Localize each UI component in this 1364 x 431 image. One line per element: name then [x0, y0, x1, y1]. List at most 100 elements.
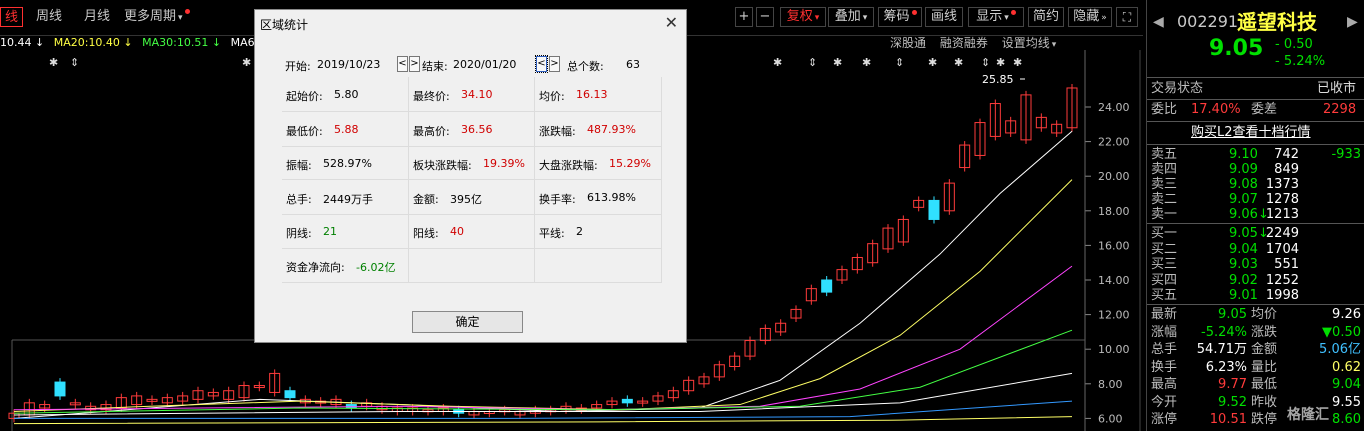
empty-cell — [409, 249, 535, 283]
stat-value: 8.60 — [1332, 412, 1361, 427]
stat-value: 21 — [323, 225, 337, 238]
stat-row: 涨停 10.51 跌停 8.60 — [1147, 411, 1364, 429]
weibi-label: 委比 — [1151, 102, 1178, 117]
stat-label: 总手: — [286, 192, 312, 206]
ok-button[interactable]: 确定 — [412, 311, 523, 333]
stat-label: 今开 — [1151, 394, 1178, 410]
event-marker: ⇕ — [808, 56, 817, 69]
stat-label: 换手 — [1151, 359, 1178, 375]
dialog-body: 开始: 2019/10/23 < > 结束: 2020/01/20 < > 总个… — [255, 44, 686, 340]
ma-30: MA30:10.51 ↓ — [142, 36, 222, 49]
dot-icon — [1010, 10, 1016, 15]
hide-button[interactable]: 隐藏» — [1068, 7, 1112, 27]
bid-label: 买五 — [1151, 288, 1178, 303]
stat-label: 涨跌 — [1251, 324, 1278, 340]
stat-label: 涨停 — [1151, 412, 1178, 427]
plus-label: + — [738, 9, 750, 24]
tab-weekly[interactable]: 周线 — [32, 7, 66, 27]
caret-down-icon: ▾ — [1051, 40, 1057, 50]
simple-button[interactable]: 简约 — [1028, 7, 1064, 27]
event-marker: ⇕ — [895, 56, 904, 69]
stat-row: 今开 9.52 昨收 9.55 — [1147, 394, 1364, 412]
close-icon[interactable]: ✕ — [665, 13, 678, 32]
start-next-button[interactable]: > — [409, 56, 420, 72]
stat-label: 振幅: — [286, 158, 312, 172]
overlay-button[interactable]: 叠加 ▾ — [828, 7, 874, 27]
candle — [284, 390, 296, 399]
stock-code: 002291 — [1177, 12, 1239, 31]
stat-label: 昨收 — [1251, 394, 1278, 410]
start-prev-button[interactable]: < — [397, 56, 408, 72]
ask-row: 卖一 9.06↓ 1213 — [1147, 206, 1364, 224]
dot-icon — [184, 9, 190, 14]
stat-value: 34.10 — [461, 87, 493, 101]
tab-label: 月线 — [84, 9, 111, 24]
end-next-button[interactable]: > — [549, 56, 560, 72]
stock-name: 遥望科技 — [1237, 10, 1317, 34]
display-button[interactable]: 显示 ▾ — [968, 7, 1024, 27]
stat-value: 6.23% — [1205, 359, 1247, 375]
ma-10: 10.44 ↓ — [0, 36, 45, 49]
end-prev-button[interactable]: < — [535, 55, 548, 73]
zoom-out-button[interactable]: − — [756, 7, 774, 27]
stat-label: 最高 — [1151, 377, 1178, 392]
stat-value: 0.62 — [1332, 359, 1361, 375]
next-stock-icon[interactable]: ▶ — [1347, 10, 1358, 34]
stat-value: 395亿 — [450, 192, 482, 206]
prev-stock-icon[interactable]: ◀ — [1153, 10, 1164, 34]
stat-value: 16.13 — [576, 87, 608, 101]
double-arrow-icon: » — [1101, 13, 1107, 23]
event-marker: ✱ — [1013, 56, 1022, 69]
stat-label: 最低价: — [286, 124, 323, 138]
stat-value: 36.56 — [461, 122, 493, 136]
margin-link[interactable]: 融资融券 — [940, 36, 988, 50]
stat-value: 10.51 — [1209, 412, 1247, 427]
chips-button[interactable]: 筹码 — [878, 7, 922, 27]
trade-status: 已收市 — [1317, 81, 1357, 96]
count-value: 63 — [626, 58, 640, 71]
y-tick-label: 10.00 — [1098, 343, 1130, 356]
tab-label: 周线 — [36, 9, 63, 24]
event-marker: ✱ — [833, 56, 842, 69]
stat-label: 最新 — [1151, 307, 1178, 322]
tab-monthly[interactable]: 月线 — [80, 7, 114, 27]
empty-cell — [535, 249, 662, 283]
stat-value: 40 — [450, 225, 464, 238]
tab-more-periods[interactable]: 更多周期 ▾ — [120, 7, 194, 27]
event-marker: ✱ — [862, 56, 871, 69]
tab-label: 线 — [5, 10, 19, 25]
draw-line-button[interactable]: 画线 — [925, 7, 963, 27]
bid-row: 买五 9.01 1998 — [1147, 287, 1364, 305]
stat-value: 19.39% — [483, 156, 525, 170]
dialog-title: 区域统计 — [260, 18, 309, 32]
stat-label: 板块涨跌幅: — [413, 158, 472, 172]
stat-row: 总手 54.71万 金额 5.06亿 — [1147, 341, 1364, 359]
hk-connect-link[interactable]: 深股通 — [890, 36, 926, 50]
zoom-in-button[interactable]: + — [735, 7, 753, 27]
fuquan-button[interactable]: 复权 ▾ — [780, 7, 826, 27]
stat-label: 阳线: — [413, 227, 439, 240]
weicha-value: 2298 — [1323, 102, 1357, 117]
y-tick-label: 8.00 — [1098, 378, 1123, 391]
tab-period-0[interactable]: 线 — [0, 7, 24, 27]
stat-label: 最低 — [1251, 377, 1278, 392]
start-label: 开始: — [285, 60, 311, 73]
stat-cell: 阳线: 40 — [409, 215, 535, 249]
stat-value: -6.02亿 — [356, 261, 396, 274]
candle — [621, 398, 633, 404]
chips-label: 筹码 — [883, 9, 910, 24]
candle — [928, 199, 940, 220]
ma-20: MA20:10.40 ↓ — [53, 36, 133, 49]
y-tick-label: 12.00 — [1098, 309, 1130, 322]
stat-value: ▼0.50 — [1322, 324, 1361, 340]
event-marker: ✱ — [928, 56, 937, 69]
l2-link[interactable]: 购买L2查看十档行情 — [1191, 124, 1311, 142]
ma-legend: 10.44 ↓ MA20:10.40 ↓ MA30:10.51 ↓ MA60:9… — [0, 36, 276, 50]
price-change-pct: - 5.24% — [1275, 54, 1326, 69]
ma-settings-link[interactable]: 设置均线 — [1002, 36, 1050, 50]
event-marker: ⇕ — [981, 56, 990, 69]
stat-value: 54.71万 — [1196, 342, 1247, 357]
stat-cell: 最终价: 34.10 — [409, 77, 535, 112]
stat-label: 资金净流向: — [286, 261, 345, 274]
expand-icon[interactable]: ⛶ — [1116, 7, 1138, 27]
